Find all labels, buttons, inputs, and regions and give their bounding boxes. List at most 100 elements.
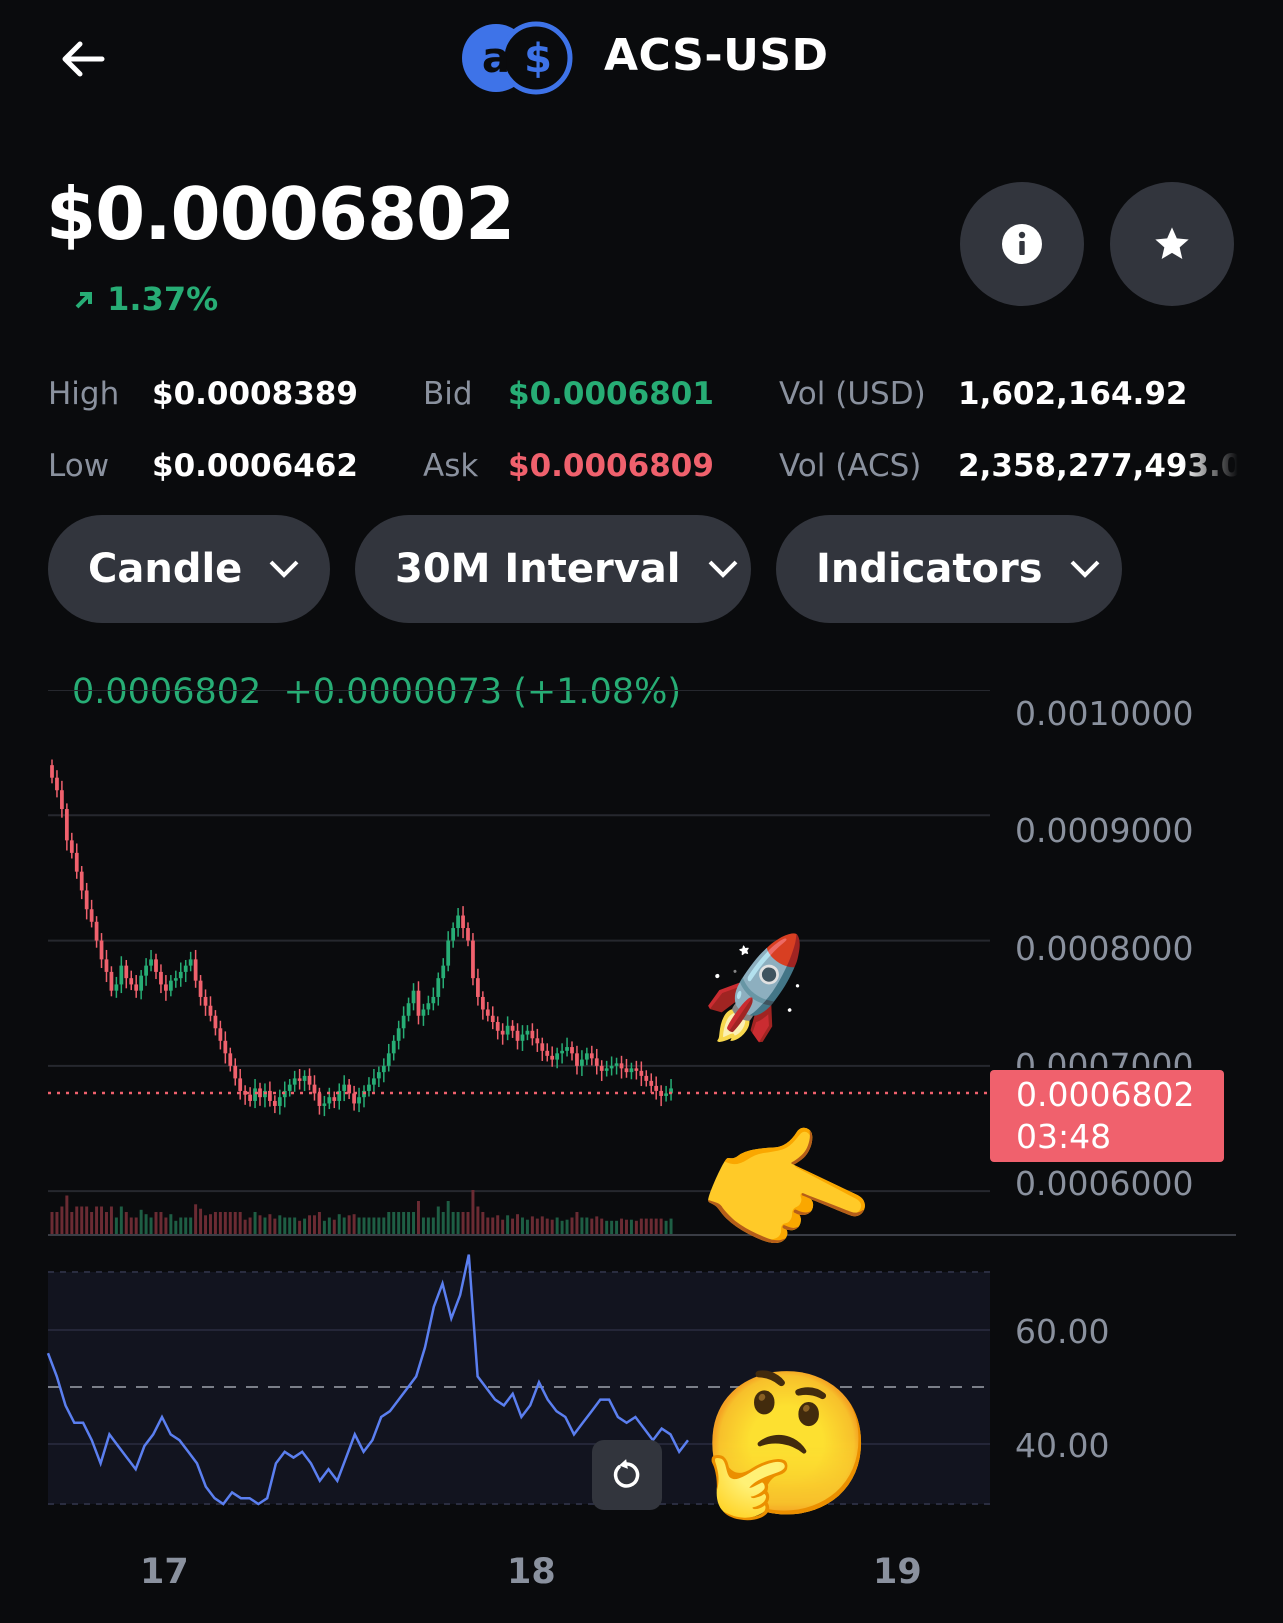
candle-body: [609, 1065, 614, 1069]
volume-bar: [456, 1212, 460, 1235]
favorite-button[interactable]: [1110, 182, 1234, 306]
volume-bar: [377, 1217, 381, 1235]
volume-bar: [342, 1217, 346, 1235]
candle-body: [74, 852, 79, 872]
candle-body: [357, 1097, 361, 1104]
volume-bar: [134, 1217, 138, 1235]
volume-bar: [560, 1220, 564, 1235]
candle-body: [560, 1050, 564, 1054]
chart-type-select[interactable]: Candle: [48, 515, 330, 623]
volume-bar: [649, 1218, 653, 1235]
volume-bar: [501, 1219, 505, 1235]
candle-body: [223, 1040, 228, 1054]
volume-bar: [109, 1206, 113, 1235]
volume-bar: [337, 1214, 341, 1235]
price-change-value: 1.37%: [107, 280, 219, 318]
candle-body: [208, 1005, 213, 1016]
candle-body: [188, 959, 193, 966]
volume-bar: [486, 1217, 490, 1235]
low-label: Low: [48, 448, 110, 484]
indicators-select[interactable]: Indicators: [776, 515, 1122, 623]
volume-bar: [293, 1217, 297, 1235]
candle-body: [426, 1003, 431, 1010]
candle-body: [307, 1075, 312, 1085]
volume-bar: [90, 1212, 94, 1235]
candle-body: [416, 990, 421, 1016]
candle-body: [193, 959, 198, 981]
volume-bar: [664, 1220, 668, 1235]
volume-bar: [154, 1212, 158, 1235]
volume-bar: [639, 1218, 643, 1235]
volume-bar: [258, 1215, 262, 1235]
volume-bar: [124, 1212, 128, 1235]
candle-body: [421, 1009, 426, 1016]
volume-bar: [367, 1217, 371, 1235]
volume-bar: [144, 1214, 148, 1235]
volume-bar: [441, 1212, 445, 1235]
candle-body: [505, 1025, 510, 1035]
candle-body: [79, 871, 84, 891]
candle-body: [456, 915, 460, 929]
volume-bar: [421, 1217, 425, 1235]
candle-body: [431, 996, 436, 1004]
volume-bar: [149, 1217, 153, 1235]
volume-bar: [555, 1217, 559, 1235]
candle-body: [525, 1030, 530, 1035]
candle-body: [64, 809, 69, 841]
volume-bar: [476, 1206, 480, 1235]
candle-body: [268, 1090, 272, 1101]
volume-bar: [50, 1212, 54, 1235]
candle-body: [129, 978, 134, 985]
volume-bar: [75, 1206, 79, 1235]
candle-body: [530, 1030, 535, 1039]
candle-body: [69, 840, 74, 853]
candle-body: [624, 1068, 629, 1073]
candle-body: [60, 790, 64, 810]
volume-bar: [382, 1217, 386, 1235]
volume-bar: [228, 1212, 232, 1235]
volume-bar: [466, 1212, 470, 1235]
volume-bar: [407, 1212, 411, 1235]
interval-select[interactable]: 30M Interval: [355, 515, 751, 623]
bid-value: $0.0006801: [508, 376, 714, 412]
chevron-down-icon: [269, 560, 299, 578]
volume-bar: [184, 1217, 188, 1235]
candle-body: [495, 1022, 500, 1031]
candle-body: [258, 1088, 262, 1098]
candle-body: [109, 971, 114, 991]
volume-bar: [352, 1214, 356, 1235]
date-tick: 17: [140, 1552, 189, 1592]
back-button[interactable]: [56, 34, 116, 84]
date-tick: 18: [507, 1552, 556, 1592]
candle-body: [183, 965, 188, 972]
current-price-tag: 0.0006802 03:48: [990, 1070, 1224, 1162]
volume-bar: [615, 1220, 619, 1235]
candle-body: [649, 1080, 654, 1086]
candle-body: [253, 1088, 257, 1101]
candle-body: [248, 1094, 252, 1101]
volume-bar: [644, 1218, 648, 1235]
volume-bar: [590, 1218, 594, 1235]
volume-bar: [248, 1217, 252, 1235]
info-button[interactable]: [960, 182, 1084, 306]
volume-bar: [610, 1220, 614, 1235]
candle-body: [376, 1072, 381, 1079]
price-tick: 0.0008000: [1015, 929, 1194, 968]
volume-bar: [565, 1219, 569, 1235]
volume-bar: [213, 1212, 217, 1235]
candle-body: [50, 765, 54, 778]
star-icon: [1155, 227, 1189, 259]
volume-bar: [268, 1214, 272, 1235]
candle-body: [367, 1084, 371, 1091]
reset-zoom-button[interactable]: [592, 1440, 662, 1510]
volume-bar: [243, 1219, 247, 1235]
candle-body: [589, 1053, 594, 1059]
volume-bar: [511, 1218, 515, 1235]
volume-bar: [372, 1217, 376, 1235]
svg-text:$: $: [524, 36, 552, 82]
candle-body: [386, 1053, 391, 1066]
volume-bar: [620, 1218, 624, 1235]
candle-body: [352, 1093, 356, 1104]
volume-bar: [322, 1220, 326, 1235]
candle-body: [441, 965, 446, 979]
